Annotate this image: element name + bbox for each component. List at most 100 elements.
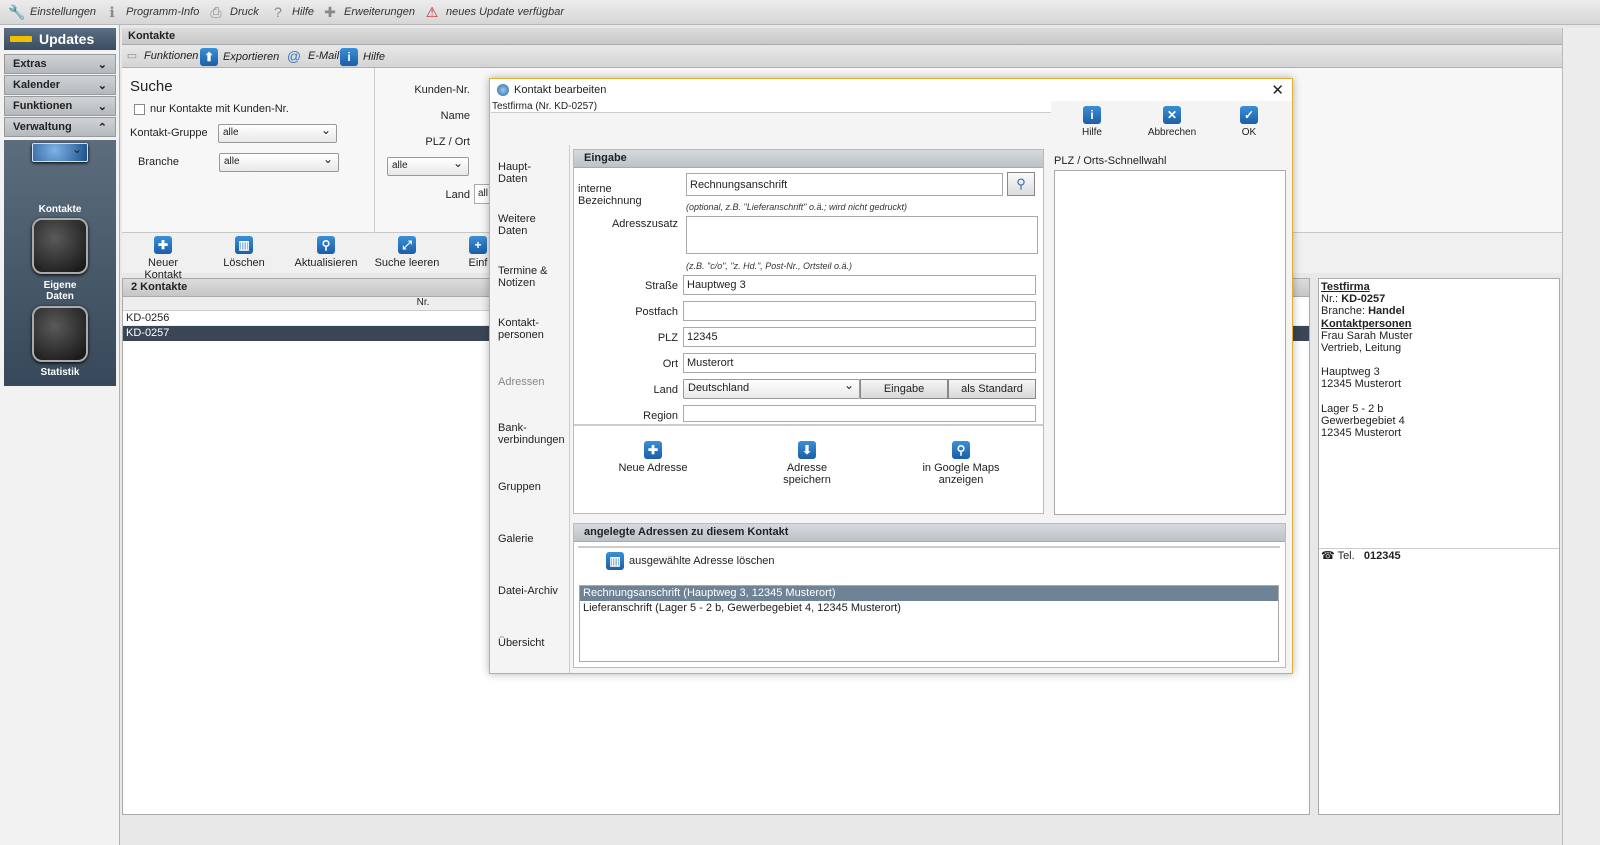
own-data-icon[interactable] [32, 218, 88, 274]
search-icon: ⚲ [952, 441, 970, 459]
export-button[interactable]: ⬆ Exportieren [200, 48, 279, 66]
nav-bank[interactable]: Bank- verbindungen [498, 422, 565, 446]
nav-addresses[interactable]: Adressen [498, 376, 544, 388]
country-input-button[interactable]: Eingabe [860, 379, 948, 399]
statistics-icon[interactable] [32, 306, 88, 362]
zip-city-label: PLZ / Ort [425, 136, 470, 148]
only-with-number-checkbox[interactable]: nur Kontakte mit Kunden-Nr. [134, 103, 289, 115]
internal-label: interne Bezeichnung [578, 183, 642, 207]
page-title: Kontakte [122, 28, 1562, 45]
menu-settings[interactable]: 🔧 Einstellungen [8, 4, 96, 20]
right-gutter [1562, 28, 1600, 845]
nav-groups[interactable]: Gruppen [498, 481, 541, 493]
minus-icon [10, 36, 32, 42]
detail-addr2-street: Lager 5 - 2 b [1321, 402, 1384, 415]
accordion-kalender[interactable]: Kalender ⌄ [4, 75, 116, 95]
checkbox-box[interactable] [134, 103, 145, 115]
detail-addr2-city: 12345 Musterort [1321, 427, 1402, 440]
printer-icon: ⎙ [210, 4, 222, 20]
street-label: Straße [644, 280, 678, 292]
functions-button[interactable]: ▭ Funktionen [126, 48, 199, 64]
accordion-funktionen[interactable]: Funktionen ⌄ [4, 96, 116, 116]
divider [574, 424, 1043, 426]
upload-icon: ⬆ [200, 48, 218, 66]
branch-select[interactable]: alle [219, 152, 339, 172]
pobox-input[interactable] [683, 301, 1036, 321]
accordion-verwaltung[interactable]: Verwaltung ⌃ [4, 117, 116, 137]
street-input[interactable]: Hauptweg 3 [683, 275, 1036, 295]
city-label: Ort [662, 358, 678, 370]
email-button[interactable]: @ E-Mail [286, 48, 339, 64]
dialog-ok-button[interactable]: ✓ OK [1237, 106, 1261, 138]
pobox-label: Postfach [635, 306, 678, 318]
city-input[interactable]: Musterort [683, 353, 1036, 373]
internal-input[interactable]: Rechnungsanschrift [686, 173, 1003, 196]
dialog-help-button[interactable]: i Hilfe [1077, 106, 1107, 138]
delete-selected-button[interactable]: ▥ ausgewählte Adresse löschen [606, 552, 775, 570]
nav-appointments[interactable]: Termine & Notizen [498, 265, 548, 289]
set-default-button[interactable]: als Standard [948, 379, 1036, 399]
group-select[interactable]: alle [218, 123, 337, 143]
edit-contact-dialog: Kontakt bearbeiten ✕ Testfirma (Nr. KD-0… [489, 78, 1293, 674]
search-title: Suche [130, 78, 173, 95]
list-item-selected[interactable]: Rechnungsanschrift (Hauptweg 3, 12345 Mu… [580, 586, 1278, 601]
customer-no-label: Kunden-Nr. [414, 84, 470, 96]
new-address-button[interactable]: ✚ Neue Adresse [618, 441, 688, 474]
refresh-button[interactable]: ⚲ Aktualisieren [294, 236, 358, 269]
detail-addr2-extra: Gewerbegebiet 4 [1321, 414, 1405, 427]
nav-gallery[interactable]: Galerie [498, 533, 533, 545]
addon-label: Adresszusatz [611, 218, 678, 230]
menu-help[interactable]: ? Hilfe [270, 4, 314, 20]
search-icon: ⚲ [317, 236, 335, 254]
addon-textarea[interactable] [686, 216, 1038, 254]
contact-detail: Testfirma Nr.: KD-0257 Branche: Handel K… [1318, 278, 1560, 815]
menu-print[interactable]: ⎙ Druck [208, 4, 258, 20]
nav-more-data[interactable]: Weitere Daten [498, 213, 536, 237]
info-icon: ℹ [109, 4, 115, 20]
country-label: Land [653, 384, 678, 396]
nav-contact-persons[interactable]: Kontakt- personen [498, 317, 544, 341]
window-icon: ▭ [126, 50, 138, 62]
sub-toolbar: ▭ Funktionen ⬆ Exportieren @ E-Mail i Hilfe [122, 45, 1562, 68]
name-label: Name [440, 110, 470, 122]
trash-icon: ▥ [235, 236, 253, 254]
google-maps-button[interactable]: ⚲ in Google Maps anzeigen [902, 441, 1020, 486]
chevron-down-icon: ⌄ [97, 100, 107, 113]
app-icon [497, 84, 509, 96]
new-contact-button[interactable]: ✚ Neuer Kontakt [128, 236, 198, 281]
contacts-icon[interactable] [32, 142, 88, 162]
country-input[interactable]: all [474, 184, 490, 204]
filter-select[interactable]: alle [387, 156, 469, 176]
save-address-button[interactable]: ⬇ Adresse speichern [762, 441, 852, 486]
detail-branch: Branche: Handel [1321, 305, 1405, 318]
detail-phone: ☎ Tel. 012345 [1321, 550, 1401, 562]
close-icon[interactable]: ✕ [1271, 81, 1284, 99]
chevron-up-icon: ⌃ [97, 121, 107, 134]
zip-label: PLZ [657, 332, 678, 344]
zip-input[interactable]: 12345 [683, 327, 1036, 347]
help-button[interactable]: i Hilfe [340, 48, 385, 66]
delete-button[interactable]: ▥ Löschen [214, 236, 274, 269]
insert-button[interactable]: + Einf [466, 236, 490, 269]
nav-main-data[interactable]: Haupt- Daten [498, 161, 531, 185]
menu-update[interactable]: ⚠ neues Update verfügbar [424, 4, 564, 20]
quick-select-list[interactable] [1054, 170, 1286, 515]
nav-icons: Kontakte Eigene Daten Statistik [4, 140, 116, 386]
menu-program-info[interactable]: ℹ Programm-Info [104, 4, 199, 20]
menu-extensions[interactable]: ✚ Erweiterungen [322, 4, 415, 20]
updates-header[interactable]: Updates [4, 28, 116, 50]
country-select[interactable]: Deutschland [683, 378, 860, 399]
nav-file-archive[interactable]: Datei-Archiv [498, 585, 558, 597]
dialog-cancel-button[interactable]: ✕ Abbrechen [1146, 106, 1198, 138]
accordion-extras[interactable]: Extras ⌄ [4, 54, 116, 74]
warning-icon: ⚠ [425, 4, 439, 20]
clear-search-button[interactable]: ⤢ Suche leeren [374, 236, 440, 269]
search-icon[interactable]: ⚲ [1007, 172, 1035, 196]
x-icon: ✕ [1163, 106, 1181, 124]
region-input[interactable] [683, 405, 1036, 422]
wrench-icon: 🔧 [8, 4, 26, 20]
internal-hint: (optional, z.B. "Lieferanschrift" o.ä.; … [686, 202, 907, 212]
nav-overview[interactable]: Übersicht [498, 637, 544, 649]
plus-icon: ✚ [324, 4, 336, 20]
list-item[interactable]: Lieferanschrift (Lager 5 - 2 b, Gewerbeg… [580, 601, 1278, 616]
